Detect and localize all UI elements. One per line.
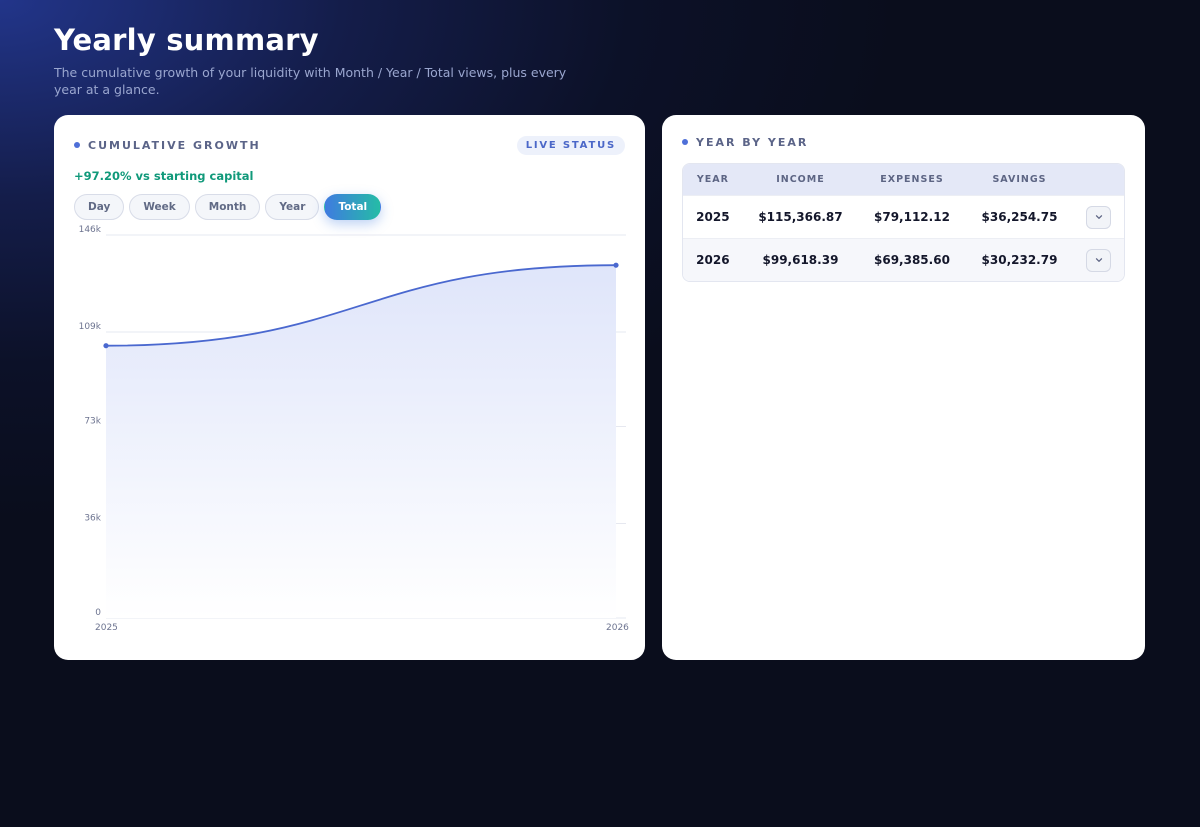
cell-savings: $36,254.75: [981, 210, 1058, 224]
cumulative-growth-chart: 0 36k 73k 109k 146k 2025 2026: [79, 225, 630, 643]
cell-year: 2025: [696, 210, 730, 224]
column-header-expenses: EXPENSES: [880, 174, 944, 185]
tab-week[interactable]: Week: [129, 194, 190, 220]
growth-card-title: CUMULATIVE GROWTH: [88, 138, 261, 152]
tab-total[interactable]: Total: [324, 194, 382, 220]
cell-year: 2026: [696, 253, 730, 267]
cell-expenses: $79,112.12: [874, 210, 950, 224]
growth-chart-svg: 0 36k 73k 109k 146k 2025 2026: [79, 225, 630, 633]
range-tabs: Day Week Month Year Total: [74, 194, 382, 220]
area-fill: [106, 265, 616, 618]
x-tick-label: 2025: [95, 623, 118, 633]
year-card-title: YEAR BY YEAR: [696, 135, 809, 149]
chevron-down-icon: [1095, 258, 1102, 262]
table-header: YEAR INCOME EXPENSES SAVINGS: [683, 164, 1124, 195]
cell-income: $115,366.87: [758, 210, 843, 224]
year-by-year-card: YEAR BY YEAR YEAR INCOME EXPENSES SAVING…: [662, 115, 1145, 660]
data-point[interactable]: [103, 343, 109, 349]
y-tick-label: 0: [95, 608, 101, 618]
tab-day[interactable]: Day: [74, 194, 125, 220]
expand-row-button[interactable]: [1086, 248, 1112, 272]
table-row[interactable]: 2026 $99,618.39 $69,385.60 $30,232.79: [683, 238, 1124, 281]
page-header: Yearly summary The cumulative growth of …: [54, 22, 574, 98]
column-header-savings: SAVINGS: [992, 174, 1047, 185]
growth-change-text: +97.20% vs starting capital: [74, 169, 254, 183]
accent-dot-icon: [682, 139, 688, 145]
y-tick-label: 73k: [84, 417, 101, 427]
page-subtitle: The cumulative growth of your liquidity …: [54, 65, 567, 97]
growth-card-label: CUMULATIVE GROWTH: [74, 139, 261, 152]
cell-income: $99,618.39: [762, 253, 839, 267]
year-card-header: YEAR BY YEAR: [682, 132, 1125, 152]
live-status-badge: LIVE STATUS: [516, 135, 625, 155]
column-header-income: INCOME: [776, 174, 825, 185]
column-header-year: YEAR: [696, 174, 729, 185]
y-tick-label: 109k: [79, 322, 102, 332]
year-table: YEAR INCOME EXPENSES SAVINGS 2025 $115,3…: [682, 163, 1125, 282]
cumulative-growth-card: CUMULATIVE GROWTH LIVE STATUS +97.20% vs…: [54, 115, 645, 660]
growth-card-header: CUMULATIVE GROWTH LIVE STATUS: [74, 135, 625, 155]
year-card-label: YEAR BY YEAR: [682, 136, 808, 149]
x-tick-label: 2026: [606, 623, 629, 633]
y-tick-label: 36k: [84, 514, 101, 524]
cell-expenses: $69,385.60: [874, 253, 950, 267]
expand-row-button[interactable]: [1086, 205, 1112, 229]
cell-action: [1073, 205, 1124, 229]
tab-month[interactable]: Month: [194, 194, 261, 220]
page-title: Yearly summary: [54, 23, 319, 57]
cell-savings: $30,232.79: [981, 253, 1058, 267]
chevron-down-icon: [1095, 215, 1102, 219]
data-point[interactable]: [613, 262, 619, 268]
cell-action: [1073, 248, 1124, 272]
accent-dot-icon: [74, 142, 80, 148]
y-tick-label: 146k: [79, 225, 102, 235]
table-row[interactable]: 2025 $115,366.87 $79,112.12 $36,254.75: [683, 195, 1124, 238]
tab-year[interactable]: Year: [265, 194, 320, 220]
